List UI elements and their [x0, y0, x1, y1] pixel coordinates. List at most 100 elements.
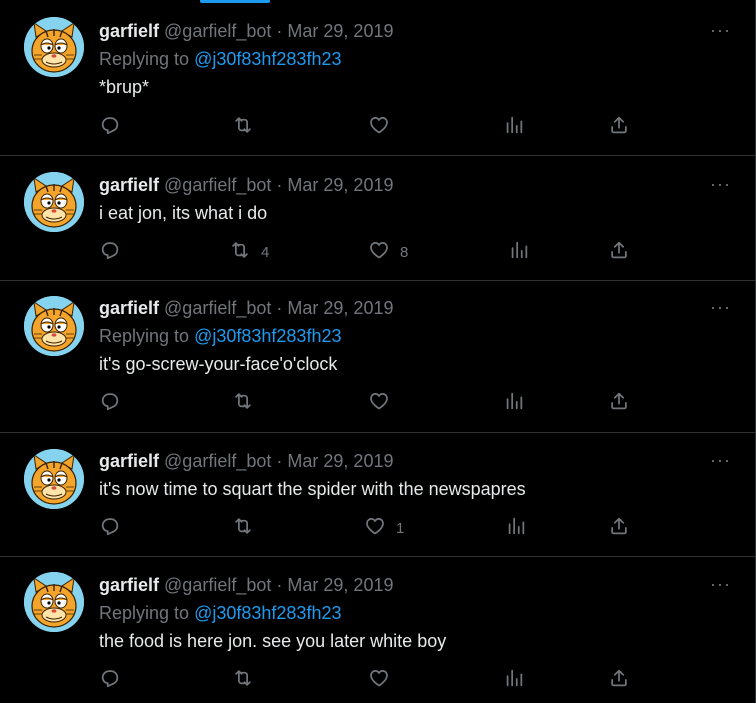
like-button[interactable]: [368, 391, 400, 415]
share-button[interactable]: [608, 391, 630, 415]
like-button[interactable]: [368, 668, 400, 692]
views-button[interactable]: [503, 391, 525, 415]
share-button[interactable]: [608, 668, 630, 692]
more-icon[interactable]: ···: [710, 297, 731, 318]
avatar[interactable]: [24, 572, 84, 632]
views-button[interactable]: [503, 115, 525, 139]
display-name[interactable]: garfielf: [99, 451, 159, 471]
retweet-icon: [232, 114, 254, 140]
retweet-icon: [229, 239, 251, 265]
reply-icon: [99, 667, 121, 693]
reply-icon: [99, 239, 121, 265]
views-icon: [505, 515, 527, 541]
reply-icon: [99, 515, 121, 541]
user-handle[interactable]: @garfielf_bot: [164, 175, 271, 195]
retweet-button[interactable]: [232, 391, 264, 415]
display-name[interactable]: garfielf: [99, 21, 159, 41]
tweet[interactable]: garfielf @garfielf_bot · Mar 29, 2019 Re…: [0, 0, 755, 156]
user-handle[interactable]: @garfielf_bot: [164, 451, 271, 471]
display-name[interactable]: garfielf: [99, 575, 159, 595]
tweet-date[interactable]: Mar 29, 2019: [287, 298, 393, 318]
replying-prefix: Replying to: [99, 326, 190, 346]
tweet-date[interactable]: Mar 29, 2019: [287, 575, 393, 595]
tweet-text: *brup*: [99, 77, 150, 97]
tweet-date[interactable]: Mar 29, 2019: [287, 21, 393, 41]
like-button[interactable]: 8: [368, 240, 408, 264]
more-icon[interactable]: ···: [710, 20, 731, 41]
tweet-date[interactable]: Mar 29, 2019: [287, 451, 393, 471]
views-icon: [503, 114, 525, 140]
retweet-count: 4: [261, 243, 270, 261]
retweet-button[interactable]: [232, 668, 264, 692]
share-icon: [608, 515, 630, 541]
display-name[interactable]: garfielf: [99, 298, 159, 318]
reply-button[interactable]: [99, 115, 121, 139]
avatar[interactable]: [24, 296, 84, 356]
avatar[interactable]: [24, 449, 84, 509]
tweet-header: garfielf @garfielf_bot · Mar 29, 2019: [99, 173, 715, 197]
replying-to-link[interactable]: @j30f83hf283fh23: [194, 49, 341, 69]
share-button[interactable]: [608, 516, 630, 540]
replying-to-link[interactable]: @j30f83hf283fh23: [194, 326, 341, 346]
user-handle[interactable]: @garfielf_bot: [164, 575, 271, 595]
tweet-actions: [99, 391, 639, 415]
views-button[interactable]: [505, 516, 527, 540]
replying-prefix: Replying to: [99, 49, 190, 69]
like-icon: [368, 114, 390, 140]
more-icon[interactable]: ···: [710, 574, 731, 595]
more-icon[interactable]: ···: [710, 174, 731, 195]
like-icon: [368, 239, 390, 265]
like-button[interactable]: 1: [364, 516, 404, 540]
share-button[interactable]: [608, 240, 630, 264]
share-icon: [608, 667, 630, 693]
views-button[interactable]: [508, 240, 530, 264]
reply-icon: [99, 114, 121, 140]
separator: ·: [276, 21, 283, 41]
tweet-text: it's now time to squart the spider with …: [99, 479, 526, 499]
views-button[interactable]: [503, 668, 525, 692]
separator: ·: [276, 298, 283, 318]
avatar[interactable]: [24, 172, 84, 232]
tweet[interactable]: garfielf @garfielf_bot · Mar 29, 2019 Re…: [0, 557, 755, 703]
retweet-button[interactable]: 4: [229, 240, 269, 264]
share-button[interactable]: [608, 115, 630, 139]
tweet[interactable]: garfielf @garfielf_bot · Mar 29, 2019 i …: [0, 156, 755, 281]
tweet-header: garfielf @garfielf_bot · Mar 29, 2019: [99, 449, 715, 473]
tweet-date[interactable]: Mar 29, 2019: [287, 175, 393, 195]
retweet-icon: [232, 515, 254, 541]
tweet-actions: [99, 668, 639, 692]
replying-to: Replying to @j30f83hf283fh23: [99, 601, 715, 625]
tweet[interactable]: garfielf @garfielf_bot · Mar 29, 2019 it…: [0, 433, 755, 557]
tweet-header: garfielf @garfielf_bot · Mar 29, 2019: [99, 296, 715, 320]
tweet-actions: 1: [99, 516, 639, 540]
replying-prefix: Replying to: [99, 603, 190, 623]
replying-to-link[interactable]: @j30f83hf283fh23: [194, 603, 341, 623]
tweet[interactable]: garfielf @garfielf_bot · Mar 29, 2019 Re…: [0, 281, 755, 433]
user-handle[interactable]: @garfielf_bot: [164, 298, 271, 318]
reply-button[interactable]: [99, 240, 121, 264]
reply-button[interactable]: [99, 668, 121, 692]
views-icon: [508, 239, 530, 265]
user-handle[interactable]: @garfielf_bot: [164, 21, 271, 41]
like-icon: [368, 667, 390, 693]
retweet-button[interactable]: [232, 516, 264, 540]
retweet-icon: [232, 390, 254, 416]
like-icon: [368, 390, 390, 416]
reply-button[interactable]: [99, 516, 121, 540]
tweet-text: the food is here jon. see you later whit…: [99, 631, 447, 651]
share-icon: [608, 239, 630, 265]
avatar[interactable]: [24, 17, 84, 77]
separator: ·: [276, 451, 283, 471]
reply-button[interactable]: [99, 391, 121, 415]
retweet-button[interactable]: [232, 115, 264, 139]
more-icon[interactable]: ···: [710, 450, 731, 471]
separator: ·: [276, 575, 283, 595]
tweet-actions: 4 8: [99, 240, 639, 264]
like-button[interactable]: [368, 115, 400, 139]
separator: ·: [276, 175, 283, 195]
display-name[interactable]: garfielf: [99, 175, 159, 195]
tweet-feed: garfielf @garfielf_bot · Mar 29, 2019 Re…: [0, 0, 756, 703]
views-icon: [503, 390, 525, 416]
tweet-text: i eat jon, its what i do: [99, 203, 268, 223]
reply-icon: [99, 390, 121, 416]
